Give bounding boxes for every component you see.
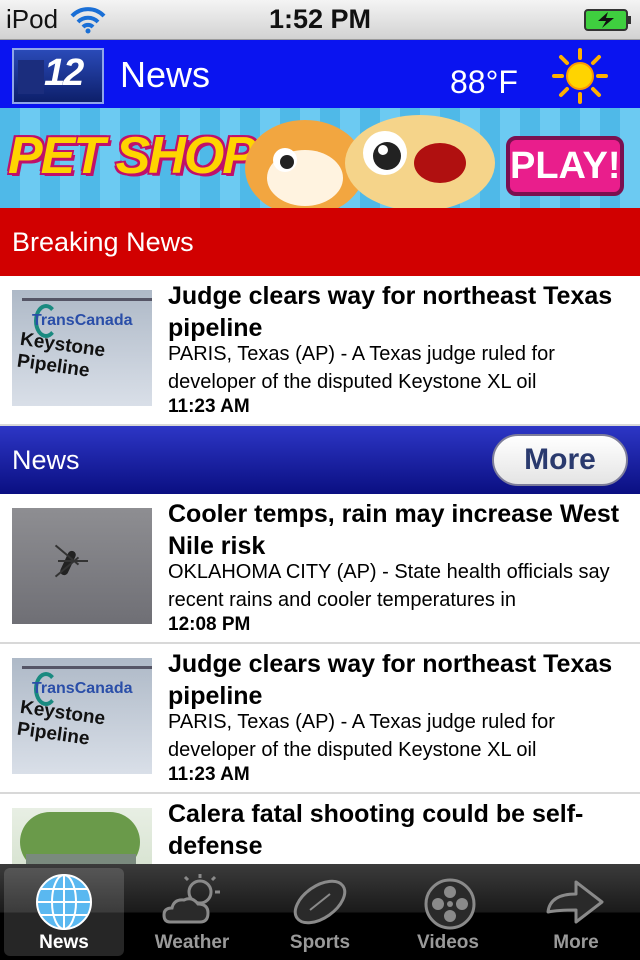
article-thumbnail	[12, 808, 152, 864]
list-item[interactable]: Calera fatal shooting could be self-defe…	[0, 794, 640, 864]
football-icon	[293, 879, 347, 925]
tab-news[interactable]: News	[4, 868, 124, 956]
sun-icon[interactable]	[552, 48, 608, 104]
list-item[interactable]: TransCanada Keystone Pipeline Judge clea…	[0, 276, 640, 426]
ad-pets-illustration	[245, 115, 495, 208]
tab-more[interactable]: More	[516, 868, 636, 956]
tab-weather[interactable]: Weather	[132, 868, 252, 956]
page-title: News	[120, 54, 211, 95]
tab-label: More	[553, 932, 599, 953]
article-time: 12:08 PM	[168, 614, 251, 635]
article-summary: PARIS, Texas (AP) - A Texas judge ruled …	[168, 711, 555, 761]
tab-label: Sports	[289, 932, 351, 953]
breaking-news-header: Breaking News	[0, 208, 640, 276]
tab-sports[interactable]: Sports	[260, 868, 380, 956]
more-button[interactable]: More	[492, 434, 628, 486]
tab-videos[interactable]: Videos	[388, 868, 508, 956]
tab-label: News	[39, 932, 89, 953]
battery-charging-icon	[584, 9, 631, 31]
article-title: Calera fatal shooting could be self-defe…	[168, 800, 584, 860]
clock: 1:52 PM	[268, 4, 372, 34]
tab-label: Weather	[154, 932, 230, 953]
tab-bar: News Weather Sports Videos More	[0, 864, 640, 960]
ad-title: PET SHOP	[8, 127, 257, 185]
weather-cloud-sun-icon	[162, 874, 220, 924]
article-summary: PARIS, Texas (AP) - A Texas judge ruled …	[168, 343, 555, 393]
article-title: Cooler temps, rain may increase West Nil…	[168, 500, 620, 560]
article-thumbnail: TransCanada Keystone Pipeline	[12, 658, 152, 774]
news-section-label: News	[12, 445, 80, 475]
news-section-header: News More	[0, 426, 640, 494]
temperature-readout[interactable]: 88°F	[450, 64, 518, 101]
film-reel-icon	[424, 878, 476, 930]
article-time: 11:23 AM	[168, 396, 250, 417]
station-logo[interactable]: 12	[12, 48, 104, 104]
app-header: 12 News 88°F	[0, 40, 640, 108]
ad-play-button[interactable]: PLAY!	[506, 136, 624, 196]
globe-icon	[36, 874, 92, 930]
arrow-right-icon	[546, 880, 604, 924]
tab-label: Videos	[417, 932, 479, 953]
banner-ad[interactable]: PET SHOP PLAY!	[0, 108, 640, 208]
article-title: Judge clears way for northeast Texas pip…	[168, 282, 613, 342]
article-thumbnail	[12, 508, 152, 624]
article-thumbnail: TransCanada Keystone Pipeline	[12, 290, 152, 406]
article-time: 11:23 AM	[168, 764, 250, 785]
list-item[interactable]: TransCanada Keystone Pipeline Judge clea…	[0, 644, 640, 794]
article-summary: OKLAHOMA CITY (AP) - State health offici…	[168, 561, 610, 611]
article-title: Judge clears way for northeast Texas pip…	[168, 650, 613, 710]
list-item[interactable]: Cooler temps, rain may increase West Nil…	[0, 494, 640, 644]
status-bar: iPod 1:52 PM	[0, 0, 640, 40]
